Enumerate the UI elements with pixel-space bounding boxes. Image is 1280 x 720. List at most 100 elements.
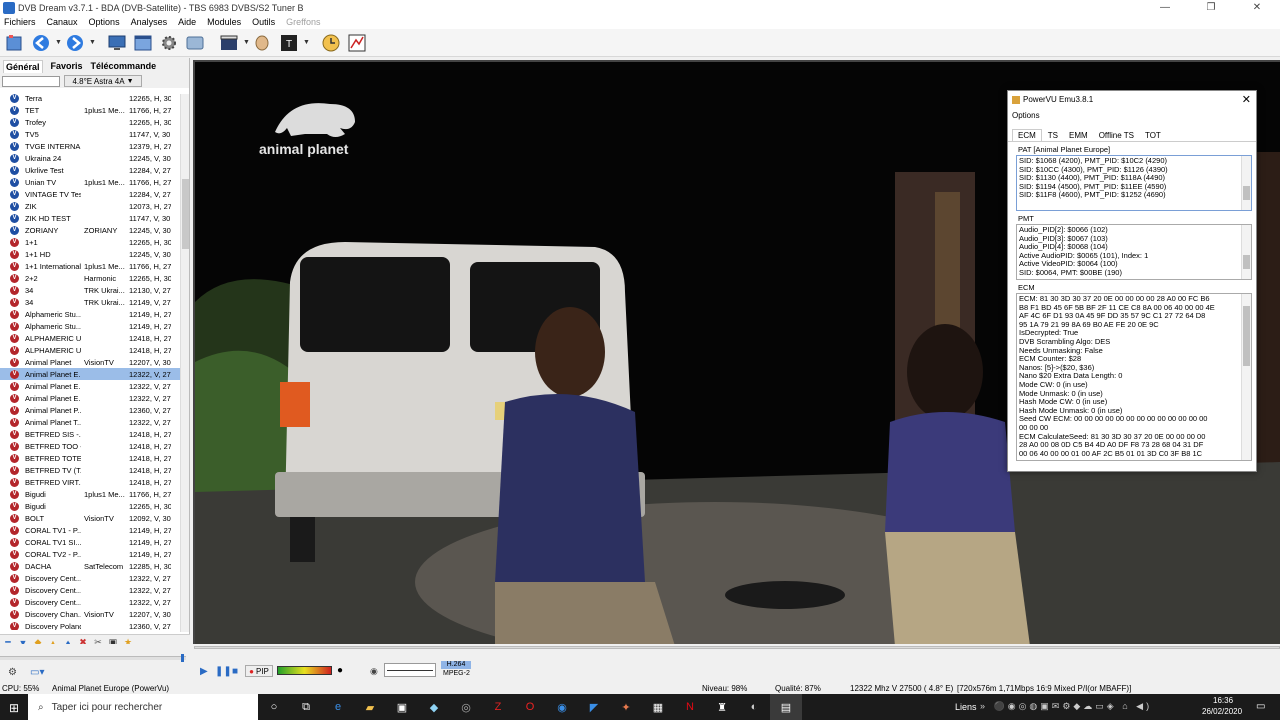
- app-icon-7[interactable]: ◐: [738, 694, 770, 720]
- timer-button[interactable]: [319, 32, 343, 54]
- channel-row[interactable]: V Discovery Chan... VisionTV 12207, V, 30: [0, 608, 180, 620]
- app-icon-2[interactable]: ◎: [450, 694, 482, 720]
- channel-row[interactable]: V Animal Planet VisionTV 12207, V, 30: [0, 356, 180, 368]
- epg-dropdown-icon[interactable]: ▼: [243, 39, 251, 46]
- menu-greffons[interactable]: Greffons: [286, 17, 320, 27]
- channel-row[interactable]: V ZIK HD TEST 11747, V, 30: [0, 212, 180, 224]
- emu-options-menu[interactable]: Options: [1008, 108, 1256, 122]
- ecm-textbox[interactable]: ECM: 81 30 3D 30 37 20 0E 00 00 00 00 28…: [1016, 293, 1252, 461]
- channel-row[interactable]: V Bigudi 1plus1 Me... 11766, H, 27: [0, 488, 180, 500]
- pause-icon[interactable]: ❚❚: [215, 666, 232, 677]
- channel-list-scrollbar[interactable]: [180, 94, 189, 632]
- edge-icon[interactable]: e: [322, 694, 354, 720]
- channel-list-button[interactable]: [3, 32, 27, 54]
- channel-row[interactable]: V Bigudi 12265, H, 30: [0, 500, 180, 512]
- cortana-icon[interactable]: ○: [258, 694, 290, 720]
- menu-options[interactable]: Options: [89, 17, 120, 27]
- emu-tab-tot[interactable]: TOT: [1140, 130, 1166, 141]
- channel-row[interactable]: V BETFRED SIS -... 12418, H, 27: [0, 428, 180, 440]
- menu-aide[interactable]: Aide: [178, 17, 196, 27]
- channel-row[interactable]: V Trofey 12265, H, 30: [0, 116, 180, 128]
- tab-telecommande[interactable]: Télécommande: [91, 61, 157, 71]
- menu-canaux[interactable]: Canaux: [47, 17, 78, 27]
- ecm-scrollbar[interactable]: [1241, 294, 1251, 460]
- back-button[interactable]: [29, 32, 53, 54]
- close-button[interactable]: ✕: [1234, 2, 1280, 13]
- volume-knob-icon[interactable]: ●: [337, 665, 343, 676]
- app-icon-1[interactable]: ◆: [418, 694, 450, 720]
- channel-row[interactable]: V 34 TRK Ukrai... 12149, V, 27: [0, 296, 180, 308]
- channel-row[interactable]: V Alphameric Stu... 12149, H, 27: [0, 308, 180, 320]
- left-seek-bar[interactable]: [0, 656, 186, 660]
- teletext-dropdown-icon[interactable]: ▼: [303, 39, 311, 46]
- channel-row[interactable]: V CORAL TV2 - P... 12149, H, 27: [0, 548, 180, 560]
- emu-tab-ts[interactable]: TS: [1043, 130, 1063, 141]
- channel-row[interactable]: V BETFRED TV (T... 12418, H, 27: [0, 464, 180, 476]
- menu-modules[interactable]: Modules: [207, 17, 241, 27]
- channel-row[interactable]: V BETFRED VIRT... 12418, H, 27: [0, 476, 180, 488]
- play-icon[interactable]: ▶: [200, 666, 208, 677]
- channel-row[interactable]: V CORAL TV1 - P... 12149, H, 27: [0, 524, 180, 536]
- channel-row[interactable]: V DACHA SatTelecom 12285, H, 30: [0, 560, 180, 572]
- channel-row[interactable]: V Terra 12265, H, 30: [0, 92, 180, 104]
- teletext-button[interactable]: T: [277, 32, 301, 54]
- emu-close-icon[interactable]: ✕: [1242, 93, 1251, 106]
- scrollbar-thumb[interactable]: [182, 179, 189, 249]
- calculator-icon[interactable]: ▦: [642, 694, 674, 720]
- settings-button[interactable]: [157, 32, 181, 54]
- channel-row[interactable]: V Animal Planet P... 12360, V, 27: [0, 404, 180, 416]
- record-button[interactable]: [183, 32, 207, 54]
- channel-row[interactable]: V 1+1 International 1plus1 Me... 11766, H, …: [0, 260, 180, 272]
- app-icon-6[interactable]: ♜: [706, 694, 738, 720]
- pip-button[interactable]: ● PIP: [245, 665, 273, 677]
- channel-row[interactable]: V Animal Planet E... 12322, V, 27: [0, 392, 180, 404]
- channel-row[interactable]: V Ukraina 24 12245, V, 30: [0, 152, 180, 164]
- tab-favoris[interactable]: Favoris: [51, 61, 83, 71]
- channel-row[interactable]: V 2+2 Harmonic 12265, H, 30: [0, 272, 180, 284]
- channel-row[interactable]: V TV5 11747, V, 30: [0, 128, 180, 140]
- pmt-textbox[interactable]: Audio_PID[2]: $0066 (102) Audio_PID[3]: $…: [1016, 224, 1252, 280]
- channel-row[interactable]: V TVGE INTERNA... 12379, H, 27: [0, 140, 180, 152]
- satellite-select[interactable]: 4.8°E Astra 4A ▼: [64, 75, 142, 87]
- store-icon[interactable]: ▣: [386, 694, 418, 720]
- channel-row[interactable]: V ALPHAMERIC U... 12418, H, 27: [0, 344, 180, 356]
- windows-start-icon[interactable]: ⊞: [9, 701, 19, 715]
- pat-scrollbar[interactable]: [1241, 156, 1251, 210]
- left-seek-handle[interactable]: [181, 654, 184, 662]
- screen-mode-icon[interactable]: ▭▾: [30, 667, 44, 678]
- maximize-button[interactable]: ❐: [1188, 2, 1234, 13]
- channel-row[interactable]: V Discovery Cent... 12322, V, 27: [0, 584, 180, 596]
- emu-tab-emm[interactable]: EMM: [1064, 130, 1093, 141]
- tray-icons[interactable]: » ⚫◉◎◍▣✉⚙◆☁▭◈ ⌂ ◀): [980, 701, 1152, 712]
- channel-row[interactable]: V Unian TV 1plus1 Me... 11766, H, 27: [0, 176, 180, 188]
- forward-button[interactable]: [63, 32, 87, 54]
- channel-row[interactable]: V Animal Planet E... 12322, V, 27: [0, 380, 180, 392]
- channel-row[interactable]: V BETFRED TOTE... 12418, H, 27: [0, 452, 180, 464]
- channel-row[interactable]: V TET 1plus1 Me... 11766, H, 27: [0, 104, 180, 116]
- app-icon-3[interactable]: ◉: [546, 694, 578, 720]
- channel-row[interactable]: V 1+1 12265, H, 30: [0, 236, 180, 248]
- monitor-button[interactable]: [105, 32, 129, 54]
- menu-outils[interactable]: Outils: [252, 17, 275, 27]
- channel-row[interactable]: V ALPHAMERIC U... 12418, H, 27: [0, 332, 180, 344]
- minimize-button[interactable]: —: [1142, 2, 1188, 13]
- menu-fichiers[interactable]: Fichiers: [4, 17, 36, 27]
- channel-row[interactable]: V VINTAGE TV Test 12284, V, 27: [0, 188, 180, 200]
- app-icon-5[interactable]: ✦: [610, 694, 642, 720]
- analyzer-button[interactable]: [345, 32, 369, 54]
- seek-bar[interactable]: [194, 646, 1280, 649]
- task-view-icon[interactable]: ⧉: [290, 694, 322, 720]
- notification-icon[interactable]: ▭: [1256, 701, 1265, 712]
- channel-row[interactable]: V 34 TRK Ukrai... 12130, V, 27: [0, 284, 180, 296]
- channel-row[interactable]: V Discovery Cent... 12322, V, 27: [0, 596, 180, 608]
- stop-icon[interactable]: ■: [232, 666, 238, 677]
- dvbdream-taskbar-icon[interactable]: ▤: [770, 694, 802, 720]
- file-explorer-icon[interactable]: ▰: [354, 694, 386, 720]
- scan-button[interactable]: [251, 32, 275, 54]
- volume-slider[interactable]: [384, 663, 436, 677]
- pmt-scrollbar[interactable]: [1241, 225, 1251, 279]
- netflix-icon[interactable]: N: [674, 694, 706, 720]
- channel-row[interactable]: V BOLT VisionTV 12092, V, 30: [0, 512, 180, 524]
- back-dropdown-icon[interactable]: ▼: [55, 39, 63, 46]
- opera-icon[interactable]: O: [514, 694, 546, 720]
